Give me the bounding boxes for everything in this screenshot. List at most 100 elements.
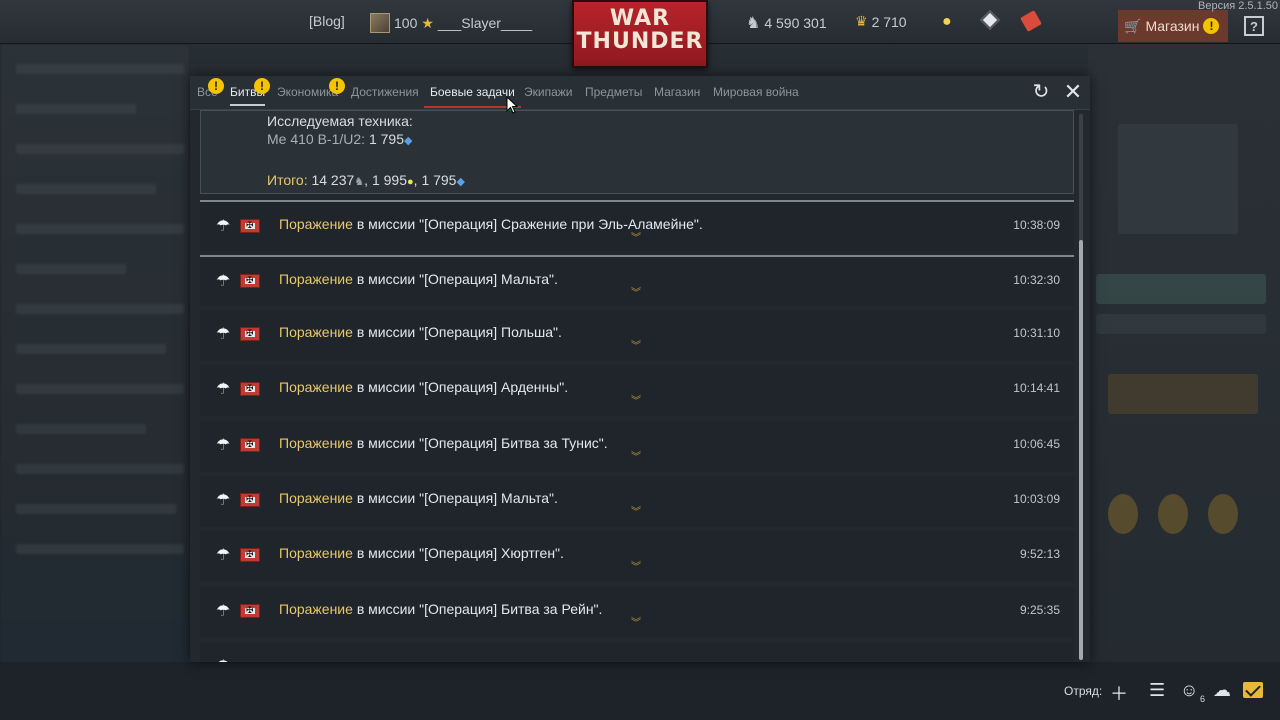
tab-shop[interactable]: Магазин — [654, 85, 700, 99]
germany-flag-icon — [240, 548, 260, 562]
parachute-icon: ☂ — [216, 381, 231, 398]
chevron-down-icon[interactable]: ︾ — [631, 508, 641, 518]
chevron-down-icon[interactable]: ︾ — [631, 563, 641, 573]
logo-line2: THUNDER — [576, 29, 704, 54]
research-points-icon: ◆ — [404, 135, 413, 147]
tab-battles[interactable]: Битвы! — [230, 78, 270, 106]
tab-all[interactable]: Все! — [197, 78, 224, 99]
germany-flag-icon — [240, 382, 260, 396]
log-list: Исследуемая техника: Me 410 B-1/U2: 1 79… — [200, 110, 1075, 662]
add-squad-member-icon[interactable]: ＋ — [1110, 680, 1128, 706]
parachute-icon: ☂ — [216, 218, 231, 235]
log-entry-text: Поражение в миссии "[Операция] Хюртген". — [279, 545, 564, 561]
tab-world-war[interactable]: Мировая война — [713, 85, 799, 99]
total-label: Итого: — [267, 172, 308, 188]
vehicle-name: Me 410 B-1/U2: — [267, 131, 366, 147]
help-button[interactable]: ? — [1244, 16, 1264, 36]
chat-icon[interactable]: ☁ — [1213, 680, 1231, 701]
log-entry[interactable]: ☂ Поражение в миссии "[Операция] Битва з… — [200, 421, 1074, 472]
coupons-button[interactable] — [1020, 10, 1042, 32]
mail-icon[interactable] — [1243, 682, 1263, 698]
log-entry[interactable]: ☂ Поражение в миссии "[Операция] Битва з… — [200, 587, 1074, 638]
player-profile[interactable]: 100 ★ ___Slayer____ — [370, 13, 532, 33]
scrollbar-thumb[interactable] — [1079, 240, 1083, 660]
tab-battle-tasks[interactable]: Боевые задачи — [424, 85, 521, 108]
chevron-down-icon[interactable]: ︾ — [631, 397, 641, 407]
list-icon[interactable]: ☰ — [1149, 680, 1165, 701]
close-icon[interactable]: ✕ — [1062, 81, 1084, 103]
log-entry-time: 10:38:09 — [1013, 218, 1060, 232]
golden-eagles-value: 2 710 — [871, 13, 907, 30]
log-entry-time: 10:31:10 — [1013, 326, 1060, 340]
background-left-panel — [0, 44, 190, 720]
log-entry[interactable]: ☂ Поражение в миссии "[Операция] Сражени… — [200, 200, 1074, 251]
cart-icon: 🛒 — [1124, 17, 1142, 34]
log-entry[interactable]: ☂ Поражение в миссии "[Операция] Мальта"… — [200, 476, 1074, 527]
tab-achievements[interactable]: Достижения — [351, 85, 419, 99]
log-entry-time: 10:06:45 — [1013, 437, 1060, 451]
shop-label: Магазин — [1145, 18, 1200, 34]
chevron-down-icon[interactable]: ︾ — [631, 289, 641, 299]
background-right-panel — [1088, 44, 1280, 720]
parachute-icon: ☂ — [216, 656, 234, 662]
reload-icon[interactable]: ↻ — [1030, 81, 1052, 103]
silver-lions-value: 4 590 301 — [764, 15, 827, 31]
total-rp: 1 795 — [421, 172, 457, 188]
friends-count: 6 — [1200, 694, 1206, 704]
log-entry-text: Поражение в миссии "[Операция] Битва за … — [279, 435, 608, 451]
shop-warning-icon: ! — [1203, 18, 1220, 34]
chevron-down-icon[interactable]: ︾ — [631, 342, 641, 352]
germany-flag-icon — [240, 274, 260, 288]
log-entry-text: Поражение в миссии "[Операция] Битва за … — [279, 601, 603, 617]
vehicle-rp: 1 795 — [368, 131, 404, 147]
chevron-down-icon[interactable]: ︾ — [631, 234, 641, 244]
tab-economy[interactable]: Экономика! — [277, 78, 345, 99]
bottom-bar: Отряд: ＋ ☰ ☺ 6 ☁ — [0, 676, 1280, 706]
shop-button[interactable]: 🛒 Магазин ! — [1118, 10, 1228, 42]
userlog-window: Все! Битвы! Экономика! Достижения Боевые… — [190, 76, 1090, 662]
germany-flag-icon — [240, 219, 260, 233]
version-text: Версия 2.5.1.50 — [1198, 0, 1278, 12]
blog-link[interactable]: [Blog] — [309, 13, 345, 29]
total-crp: 1 995 — [371, 172, 407, 188]
silver-lion-icon: ♞ — [354, 176, 365, 188]
log-entry[interactable]: ☂ Поражение в миссии "[Операция] Арденны… — [200, 365, 1074, 416]
log-entry-time: 10:03:09 — [1013, 492, 1060, 506]
chevron-down-icon[interactable]: ︾ — [631, 453, 641, 463]
germany-flag-icon — [240, 604, 260, 618]
research-points-button[interactable]: ● — [942, 13, 952, 31]
log-entry[interactable]: ☂ Поражение в миссии "[Операция] Хюртген… — [200, 531, 1074, 582]
log-entry[interactable]: ☂ Поражение в миссии "[Операция] Мальта"… — [200, 255, 1074, 306]
avatar — [370, 13, 390, 33]
tab-items[interactable]: Предметы — [585, 85, 642, 99]
log-entry-time: 10:32:30 — [1013, 273, 1060, 287]
parachute-icon: ☂ — [216, 492, 231, 509]
log-entry-text: Поражение в миссии "[Операция] Мальта". — [279, 490, 558, 506]
germany-flag-icon — [240, 493, 260, 507]
golden-eagles-balance[interactable]: ♛ 2 710 — [855, 13, 907, 30]
logo-line1: WAR — [609, 6, 671, 31]
log-entry-text: Поражение в миссии "[Операция] Сражение … — [279, 216, 703, 232]
war-thunder-logo: WAR THUNDER — [572, 0, 708, 68]
log-entry[interactable]: ☂ Поражение в миссии "[Операция] Польша"… — [200, 310, 1074, 361]
total-line: Итого: 14 237♞, 1 995●, 1 795◆ — [267, 172, 465, 188]
log-entry-text: Поражение в миссии "[Операция] Арденны". — [279, 379, 569, 395]
tab-all-warning-icon: ! — [208, 78, 224, 94]
chevron-down-icon[interactable]: ︾ — [631, 619, 641, 629]
parachute-icon: ☂ — [216, 437, 231, 454]
silver-lions-balance[interactable]: ♞ 4 590 301 — [746, 13, 827, 33]
log-entry-partial[interactable]: ☂ — [200, 642, 1074, 662]
parachute-icon: ☂ — [216, 603, 231, 620]
tab-crews[interactable]: Экипажи — [524, 85, 572, 99]
silver-lion-icon: ♞ — [746, 15, 761, 32]
player-level: 100 — [394, 15, 418, 31]
lightbulb-icon: ● — [407, 176, 414, 188]
battle-summary: Исследуемая техника: Me 410 B-1/U2: 1 79… — [200, 110, 1074, 194]
premium-button[interactable] — [980, 10, 1000, 30]
log-entry-time: 9:25:35 — [1019, 603, 1060, 617]
log-entry-text: Поражение в миссии "[Операция] Мальта". — [279, 271, 558, 287]
friends-icon[interactable]: ☺ — [1180, 680, 1198, 701]
tab-battles-warning-icon: ! — [254, 78, 270, 94]
top-bar: [Blog] 100 ★ ___Slayer____ WAR THUNDER ♞… — [0, 0, 1280, 68]
premium-diamond-icon — [980, 10, 1000, 30]
